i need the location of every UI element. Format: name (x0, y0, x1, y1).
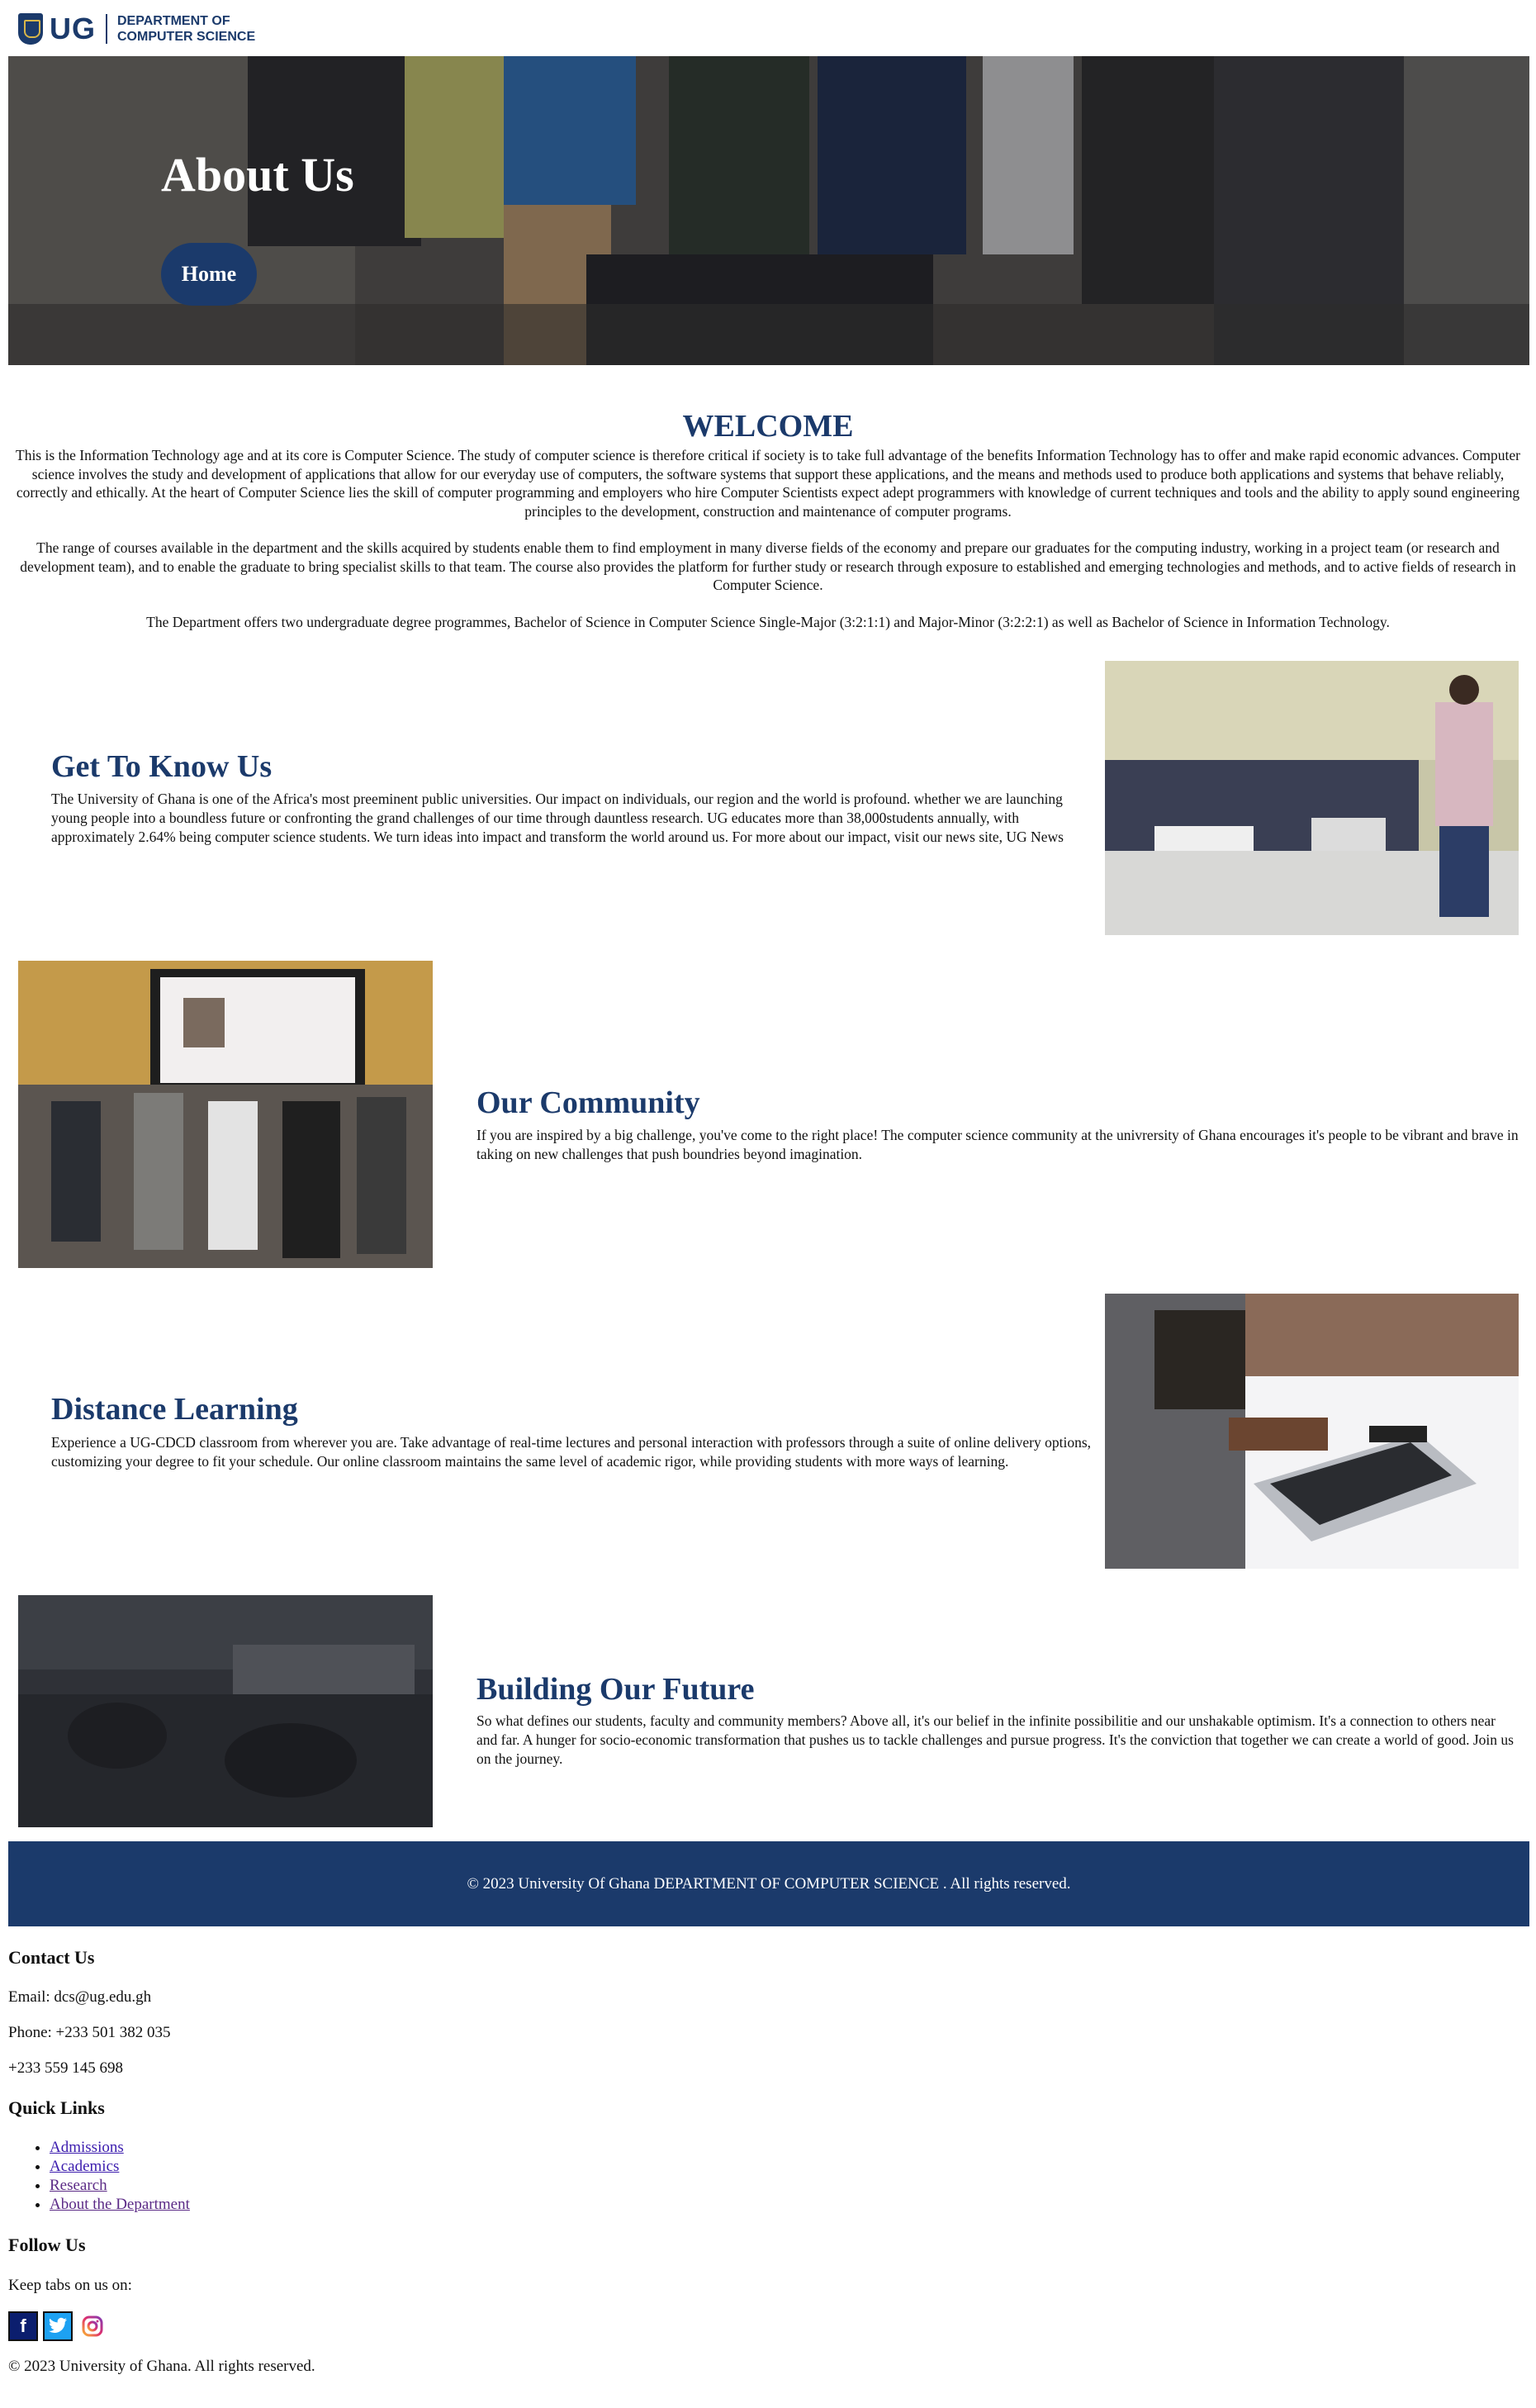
contact-phone-2: +233 559 145 698 (8, 2059, 123, 2077)
link-research[interactable]: Research (50, 2177, 107, 2194)
section-text-get-to-know-us: The University of Ghana is one of the Af… (51, 791, 1064, 845)
section-title-get-to-know-us: Get To Know Us (51, 749, 273, 784)
instagram-icon[interactable] (78, 2311, 107, 2341)
social-links: f (8, 2311, 107, 2341)
welcome-paragraph-2: The range of courses available in the de… (20, 539, 1516, 593)
department-name-line2: COMPUTER SCIENCE (117, 30, 256, 44)
section-text-distance-learning: Experience a UG-CDCD classroom from wher… (51, 1434, 1092, 1470)
logo-divider (106, 14, 107, 44)
list-item: Admissions (50, 2138, 190, 2157)
university-crest-icon (18, 13, 43, 45)
list-item: About the Department (50, 2195, 190, 2214)
bottom-copyright: © 2023 University of Ghana. All rights r… (8, 2358, 315, 2375)
welcome-heading: WELCOME (682, 409, 854, 444)
link-academics[interactable]: Academics (50, 2158, 119, 2175)
welcome-paragraph-1: This is the Information Technology age a… (16, 447, 1520, 520)
hero-banner: About Us Home (8, 56, 1529, 365)
facebook-icon[interactable]: f (8, 2311, 38, 2341)
home-button[interactable]: Home (161, 243, 257, 306)
link-about-department[interactable]: About the Department (50, 2196, 190, 2213)
section-text-building-our-future: So what defines our students, faculty an… (476, 1712, 1514, 1767)
welcome-paragraph-3: The Department offers two undergraduate … (146, 614, 1390, 630)
quick-links-heading: Quick Links (8, 2097, 105, 2118)
list-item: Academics (50, 2157, 190, 2176)
twitter-icon[interactable] (43, 2311, 73, 2341)
students-lab-image (18, 1595, 433, 1827)
department-name-line1: DEPARTMENT OF (117, 14, 230, 28)
link-admissions[interactable]: Admissions (50, 2139, 124, 2156)
hero-photo (8, 56, 1529, 365)
section-title-distance-learning: Distance Learning (51, 1392, 298, 1427)
laptop-typing-image (1105, 1294, 1519, 1569)
quick-links-list: Admissions Academics Research About the … (8, 2138, 190, 2214)
department-name: DEPARTMENT OF COMPUTER SCIENCE (117, 13, 255, 45)
section-title-our-community: Our Community (476, 1085, 700, 1120)
lecture-classroom-image (1105, 661, 1519, 935)
page-title: About Us (161, 148, 354, 202)
contact-phone-1: Phone: +233 501 382 035 (8, 2024, 171, 2041)
section-title-building-our-future: Building Our Future (476, 1672, 755, 1707)
community-group-photo (18, 961, 433, 1268)
section-text-our-community: If you are inspired by a big challenge, … (476, 1127, 1519, 1162)
footer-copyright-band: © 2023 University Of Ghana DEPARTMENT OF… (8, 1841, 1529, 1926)
contact-heading: Contact Us (8, 1947, 95, 1968)
follow-heading: Follow Us (8, 2235, 86, 2255)
logo-mark: UG (50, 12, 96, 45)
site-logo[interactable]: UG DEPARTMENT OF COMPUTER SCIENCE (18, 10, 255, 48)
follow-text: Keep tabs on us on: (8, 2277, 132, 2294)
contact-email: Email: dcs@ug.edu.gh (8, 1988, 152, 2006)
list-item: Research (50, 2176, 190, 2195)
